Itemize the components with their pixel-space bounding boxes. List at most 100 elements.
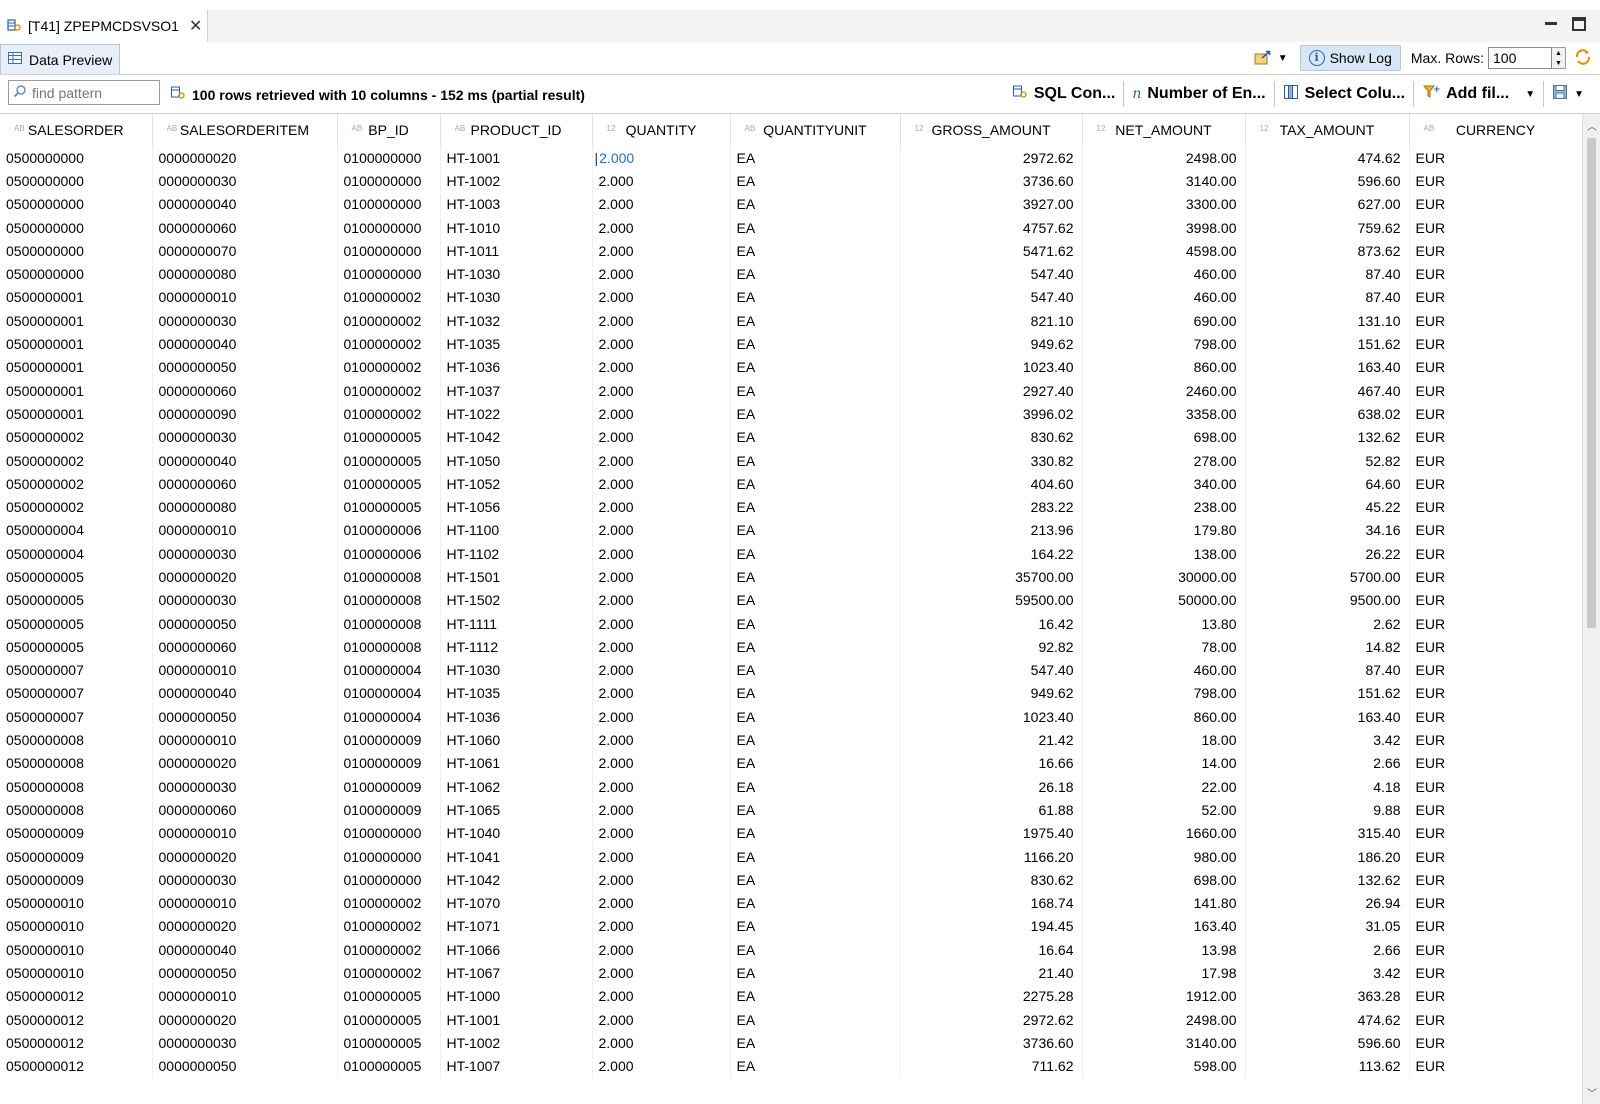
table-cell[interactable]: 2.000 [592, 938, 731, 962]
table-cell[interactable]: 3358.00 [1082, 402, 1246, 426]
table-cell[interactable]: HT-1041 [440, 844, 593, 869]
table-cell[interactable]: 2.000 [592, 681, 731, 706]
table-cell[interactable]: 16.64 [900, 938, 1083, 962]
table-cell[interactable]: 64.60 [1245, 472, 1410, 496]
table-cell[interactable]: EUR [1409, 938, 1582, 962]
table-cell[interactable]: 61.88 [900, 798, 1083, 822]
table-cell[interactable]: 2.000 [592, 1007, 731, 1032]
table-cell[interactable]: HT-1035 [440, 332, 593, 356]
table-cell[interactable]: 0500000005 [0, 611, 153, 636]
table-cell[interactable]: 4757.62 [900, 215, 1083, 240]
column-header-quantity[interactable]: 12 QUANTITY [592, 114, 731, 146]
table-cell[interactable]: EA [730, 425, 901, 449]
table-row[interactable]: 0500000002 0000000040 0100000005 HT-1050 2.0… [0, 448, 1582, 473]
table-cell[interactable]: 0000000040 [152, 938, 338, 962]
minimize-icon[interactable] [1544, 16, 1558, 30]
table-cell[interactable]: 0000000030 [152, 425, 338, 449]
table-cell[interactable]: EA [730, 891, 901, 915]
table-cell[interactable]: EA [730, 914, 901, 939]
table-cell[interactable]: 860.00 [1082, 355, 1246, 379]
maximize-icon[interactable] [1572, 17, 1586, 31]
table-cell[interactable]: 0000000030 [152, 588, 338, 612]
table-cell[interactable]: HT-1011 [440, 239, 593, 263]
table-cell[interactable]: EA [730, 285, 901, 310]
table-cell[interactable]: 0500000007 [0, 705, 153, 729]
table-cell[interactable]: 4.18 [1245, 775, 1410, 799]
table-cell[interactable]: 0100000005 [337, 1054, 441, 1078]
table-cell[interactable]: 163.40 [1082, 914, 1246, 939]
table-row[interactable]: 0500000001 0000000040 0100000002 HT-1035 2.0… [0, 332, 1582, 356]
table-cell[interactable]: 278.00 [1082, 448, 1246, 473]
table-cell[interactable]: 547.40 [900, 285, 1083, 310]
table-cell[interactable]: 2.000 [592, 309, 731, 333]
table-row[interactable]: 0500000005 0000000060 0100000008 HT-1112 2.0… [0, 635, 1582, 659]
table-cell[interactable]: 2.000 [592, 635, 731, 659]
table-row[interactable]: 0500000001 0000000030 0100000002 HT-1032 2.0… [0, 309, 1582, 333]
table-cell[interactable]: 2.000 [592, 169, 731, 193]
table-cell[interactable]: 0000000020 [152, 565, 338, 589]
table-cell[interactable]: 0500000005 [0, 635, 153, 659]
table-cell[interactable]: EA [730, 1007, 901, 1032]
table-cell[interactable]: 698.00 [1082, 868, 1246, 892]
table-cell[interactable]: EUR [1409, 332, 1582, 356]
table-cell[interactable]: 830.62 [900, 425, 1083, 449]
table-cell[interactable]: 0000000020 [152, 844, 338, 869]
table-row[interactable]: 0500000012 0000000020 0100000005 HT-1001 2.0… [0, 1007, 1582, 1032]
table-cell[interactable]: 2.000 [592, 1031, 731, 1055]
table-cell[interactable]: HT-1036 [440, 705, 593, 729]
scroll-down-icon[interactable]: ﹀ [1587, 1085, 1597, 1100]
table-cell[interactable]: 151.62 [1245, 681, 1410, 706]
table-cell[interactable]: 0000000010 [152, 658, 338, 682]
table-cell[interactable]: 0000000030 [152, 1031, 338, 1055]
table-cell[interactable]: 0100000005 [337, 425, 441, 449]
table-cell[interactable]: 798.00 [1082, 681, 1246, 706]
table-cell[interactable]: EUR [1409, 309, 1582, 333]
column-header-salesorder[interactable]: AB SALESORDER [0, 114, 153, 146]
table-cell[interactable]: 3736.60 [900, 1031, 1083, 1055]
column-header-bp-id[interactable]: AB BP_ID [337, 114, 441, 146]
table-cell[interactable]: 0500000010 [0, 914, 153, 939]
table-cell[interactable]: 2.000 [592, 402, 731, 426]
table-cell[interactable]: 2.000 [592, 1054, 731, 1078]
table-cell[interactable]: 0000000080 [152, 262, 338, 286]
table-cell[interactable]: 0000000010 [152, 891, 338, 915]
table-cell[interactable]: EUR [1409, 611, 1582, 636]
table-row[interactable]: 0500000009 0000000020 0100000000 HT-1041 2.0… [0, 844, 1582, 869]
table-cell[interactable]: HT-1050 [440, 448, 593, 473]
table-cell[interactable]: 21.42 [900, 728, 1083, 752]
table-cell[interactable]: 2.66 [1245, 938, 1410, 962]
table-row[interactable]: 0500000001 0000000060 0100000002 HT-1037 2.0… [0, 378, 1582, 403]
table-cell[interactable]: EA [730, 728, 901, 752]
table-cell[interactable]: 16.66 [900, 751, 1083, 776]
table-cell[interactable]: 0100000002 [337, 891, 441, 915]
table-cell[interactable]: 0000000070 [152, 239, 338, 263]
table-cell[interactable]: 151.62 [1245, 332, 1410, 356]
table-cell[interactable]: EA [730, 309, 901, 333]
table-cell[interactable]: 0100000002 [337, 938, 441, 962]
table-cell[interactable]: 0100000008 [337, 588, 441, 612]
sql-console-button[interactable]: SQL Con... [1004, 81, 1123, 107]
table-cell[interactable]: 0100000005 [337, 495, 441, 519]
table-cell[interactable]: HT-1066 [440, 938, 593, 962]
table-cell[interactable]: 2.000 [592, 868, 731, 892]
table-cell[interactable]: HT-1062 [440, 775, 593, 799]
table-cell[interactable]: 9.88 [1245, 798, 1410, 822]
table-cell[interactable]: 0000000060 [152, 215, 338, 240]
table-cell[interactable]: EA [730, 169, 901, 193]
table-cell[interactable]: 0500000005 [0, 588, 153, 612]
table-cell[interactable]: 0500000009 [0, 821, 153, 845]
table-cell[interactable]: HT-1010 [440, 215, 593, 240]
refresh-icon[interactable] [1574, 48, 1592, 69]
table-cell[interactable]: 474.62 [1245, 146, 1410, 170]
table-cell[interactable]: EA [730, 472, 901, 496]
table-row[interactable]: 0500000002 0000000080 0100000005 HT-1056 2.0… [0, 495, 1582, 519]
table-cell[interactable]: 0500000000 [0, 262, 153, 286]
table-cell[interactable]: 35700.00 [900, 565, 1083, 589]
table-cell[interactable]: HT-1111 [440, 611, 593, 636]
table-cell[interactable]: 596.60 [1245, 1031, 1410, 1055]
table-cell[interactable]: 179.80 [1082, 518, 1246, 543]
table-cell[interactable]: 2.000 [592, 844, 731, 869]
table-cell[interactable]: 2.000 [592, 914, 731, 939]
table-cell[interactable]: 2.000 [592, 798, 731, 822]
table-cell[interactable]: 31.05 [1245, 914, 1410, 939]
